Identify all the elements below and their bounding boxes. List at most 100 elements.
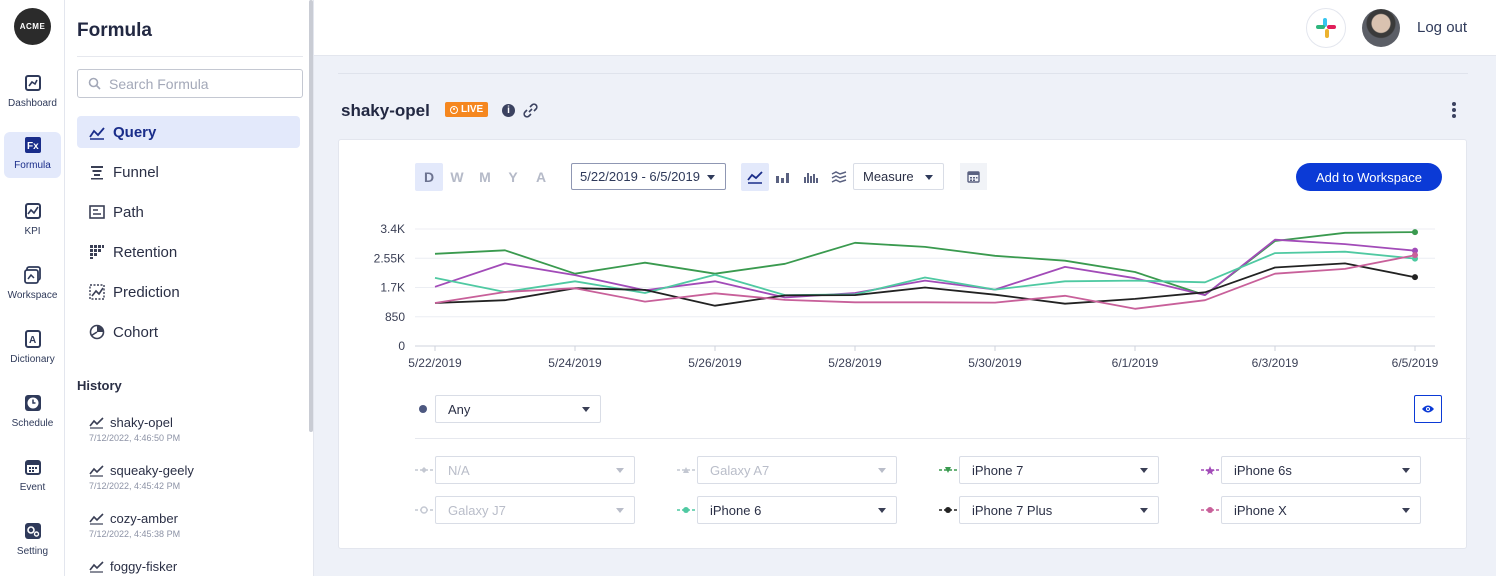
menu-item-retention[interactable]: Retention bbox=[77, 236, 300, 268]
menu-item-query[interactable]: Query bbox=[77, 116, 300, 148]
retention-icon bbox=[90, 245, 104, 259]
legend-series-select[interactable]: Galaxy A7 bbox=[697, 456, 897, 484]
legend-series-select[interactable]: Galaxy J7 bbox=[435, 496, 635, 524]
granularity-month[interactable]: M bbox=[471, 163, 499, 191]
history-title: History bbox=[77, 378, 122, 393]
menu-item-cohort[interactable]: Cohort bbox=[77, 316, 300, 348]
rail-item-kpi[interactable]: KPI bbox=[4, 198, 61, 246]
date-range-value: 5/22/2019 - 6/5/2019 bbox=[580, 169, 700, 184]
x-tick-label: 6/5/2019 bbox=[1392, 356, 1439, 370]
menu-label: Query bbox=[113, 123, 157, 141]
series-end-point bbox=[1412, 229, 1418, 236]
rail-label: Setting bbox=[16, 546, 49, 557]
calendar-icon bbox=[967, 171, 980, 183]
granularity-week[interactable]: W bbox=[443, 163, 471, 191]
chevron-down-icon bbox=[616, 468, 624, 473]
legend-series-select[interactable]: iPhone 6 bbox=[697, 496, 897, 524]
rail-label: Schedule bbox=[11, 418, 54, 429]
legend-series-select[interactable]: iPhone 6s bbox=[1221, 456, 1421, 484]
measure-select[interactable]: Measure bbox=[853, 163, 944, 190]
live-label: LIVE bbox=[461, 104, 484, 115]
legend-marker-icon bbox=[677, 467, 695, 473]
legend-series-select[interactable]: iPhone 7 bbox=[959, 456, 1159, 484]
panel-scrollbar[interactable] bbox=[309, 0, 313, 432]
search-input[interactable] bbox=[109, 75, 289, 92]
filter-select[interactable]: Any bbox=[435, 395, 601, 423]
search-icon bbox=[88, 77, 101, 90]
x-tick-label: 5/22/2019 bbox=[408, 356, 462, 370]
chevron-down-icon bbox=[1140, 508, 1148, 513]
query-icon bbox=[89, 513, 104, 525]
granularity-year[interactable]: Y bbox=[499, 163, 527, 191]
granularity-day[interactable]: D bbox=[415, 163, 443, 191]
legend-series-select[interactable]: iPhone 7 Plus bbox=[959, 496, 1159, 524]
menu-item-funnel[interactable]: Funnel bbox=[77, 156, 300, 188]
grouped-bar-toggle[interactable] bbox=[797, 163, 825, 191]
calendar-button[interactable] bbox=[960, 163, 987, 190]
toggle-visibility-button[interactable] bbox=[1414, 395, 1442, 423]
menu-item-prediction[interactable]: Prediction bbox=[77, 276, 300, 308]
history-name: foggy-fisker bbox=[110, 559, 178, 574]
rail-label: Formula bbox=[14, 160, 51, 171]
chevron-down-icon bbox=[925, 175, 933, 180]
rail-item-schedule[interactable]: Schedule bbox=[4, 390, 61, 438]
history-item[interactable]: cozy-amber 7/12/2022, 4:45:38 PM bbox=[89, 511, 289, 539]
granularity-all[interactable]: A bbox=[527, 163, 555, 191]
rail-item-formula[interactable]: Fx Formula bbox=[4, 132, 61, 178]
menu-item-path[interactable]: Path bbox=[77, 196, 300, 228]
series-line bbox=[434, 262, 1416, 307]
rail-item-event[interactable]: Event bbox=[4, 454, 61, 502]
menu-label: Path bbox=[113, 203, 144, 221]
more-menu-button[interactable] bbox=[1449, 100, 1459, 120]
history-item[interactable]: foggy-fisker bbox=[89, 559, 289, 574]
chevron-down-icon bbox=[1402, 508, 1410, 513]
query-icon bbox=[89, 417, 104, 429]
history-time: 7/12/2022, 4:45:38 PM bbox=[89, 529, 181, 539]
gear-icon bbox=[24, 523, 41, 539]
avatar[interactable] bbox=[1362, 9, 1400, 47]
measure-value: Measure bbox=[863, 169, 914, 184]
rail-item-setting[interactable]: Setting bbox=[4, 518, 61, 566]
legend-marker-icon bbox=[1201, 507, 1219, 513]
info-icon[interactable]: i bbox=[502, 104, 515, 117]
legend-series-select[interactable]: N/A bbox=[435, 456, 635, 484]
rail-item-dashboard[interactable]: Dashboard bbox=[4, 70, 61, 118]
menu-label: Cohort bbox=[113, 323, 159, 341]
history-time: 7/12/2022, 4:46:50 PM bbox=[89, 433, 181, 443]
x-tick-label: 5/28/2019 bbox=[828, 356, 882, 370]
menu-label: Prediction bbox=[113, 283, 180, 301]
history-item[interactable]: squeaky-geely 7/12/2022, 4:45:42 PM bbox=[89, 463, 289, 491]
logout-button[interactable]: Log out bbox=[1417, 19, 1467, 36]
chevron-down-icon bbox=[1140, 468, 1148, 473]
legend-series-select[interactable]: iPhone X bbox=[1221, 496, 1421, 524]
search-box[interactable] bbox=[77, 69, 303, 98]
menu-label: Funnel bbox=[113, 163, 159, 181]
y-tick-label: 1.7K bbox=[380, 281, 405, 295]
rail-label: Dashboard bbox=[8, 98, 57, 109]
legend-series-label: iPhone 6s bbox=[1234, 462, 1292, 478]
slack-button[interactable] bbox=[1306, 8, 1346, 48]
area-chart-toggle[interactable] bbox=[825, 163, 853, 191]
add-to-workspace-button[interactable]: Add to Workspace bbox=[1296, 163, 1442, 191]
chevron-down-icon bbox=[878, 508, 886, 513]
link-icon[interactable] bbox=[523, 103, 538, 118]
panel-title: Formula bbox=[77, 20, 152, 41]
acme-logo[interactable]: ACME bbox=[14, 8, 51, 45]
divider bbox=[415, 438, 1470, 439]
line-chart-icon bbox=[747, 171, 763, 184]
rail-item-workspace[interactable]: Workspace bbox=[4, 262, 61, 310]
y-tick-label: 850 bbox=[385, 310, 405, 324]
legend-marker-icon bbox=[415, 506, 433, 514]
legend-series-label: Galaxy J7 bbox=[448, 502, 506, 518]
date-range-picker[interactable]: 5/22/2019 - 6/5/2019 bbox=[571, 163, 726, 190]
history-item[interactable]: shaky-opel 7/12/2022, 4:46:50 PM bbox=[89, 415, 289, 443]
query-title: shaky-opel bbox=[341, 101, 430, 120]
line-chart-toggle[interactable] bbox=[741, 163, 769, 191]
dictionary-icon: A bbox=[24, 330, 41, 348]
legend-marker-icon bbox=[677, 507, 695, 513]
bar-chart-toggle[interactable] bbox=[769, 163, 797, 191]
legend-series-label: iPhone 6 bbox=[710, 502, 762, 518]
dashboard-icon bbox=[24, 75, 41, 91]
history-name: squeaky-geely bbox=[110, 463, 194, 478]
rail-item-dictionary[interactable]: A Dictionary bbox=[4, 326, 61, 374]
